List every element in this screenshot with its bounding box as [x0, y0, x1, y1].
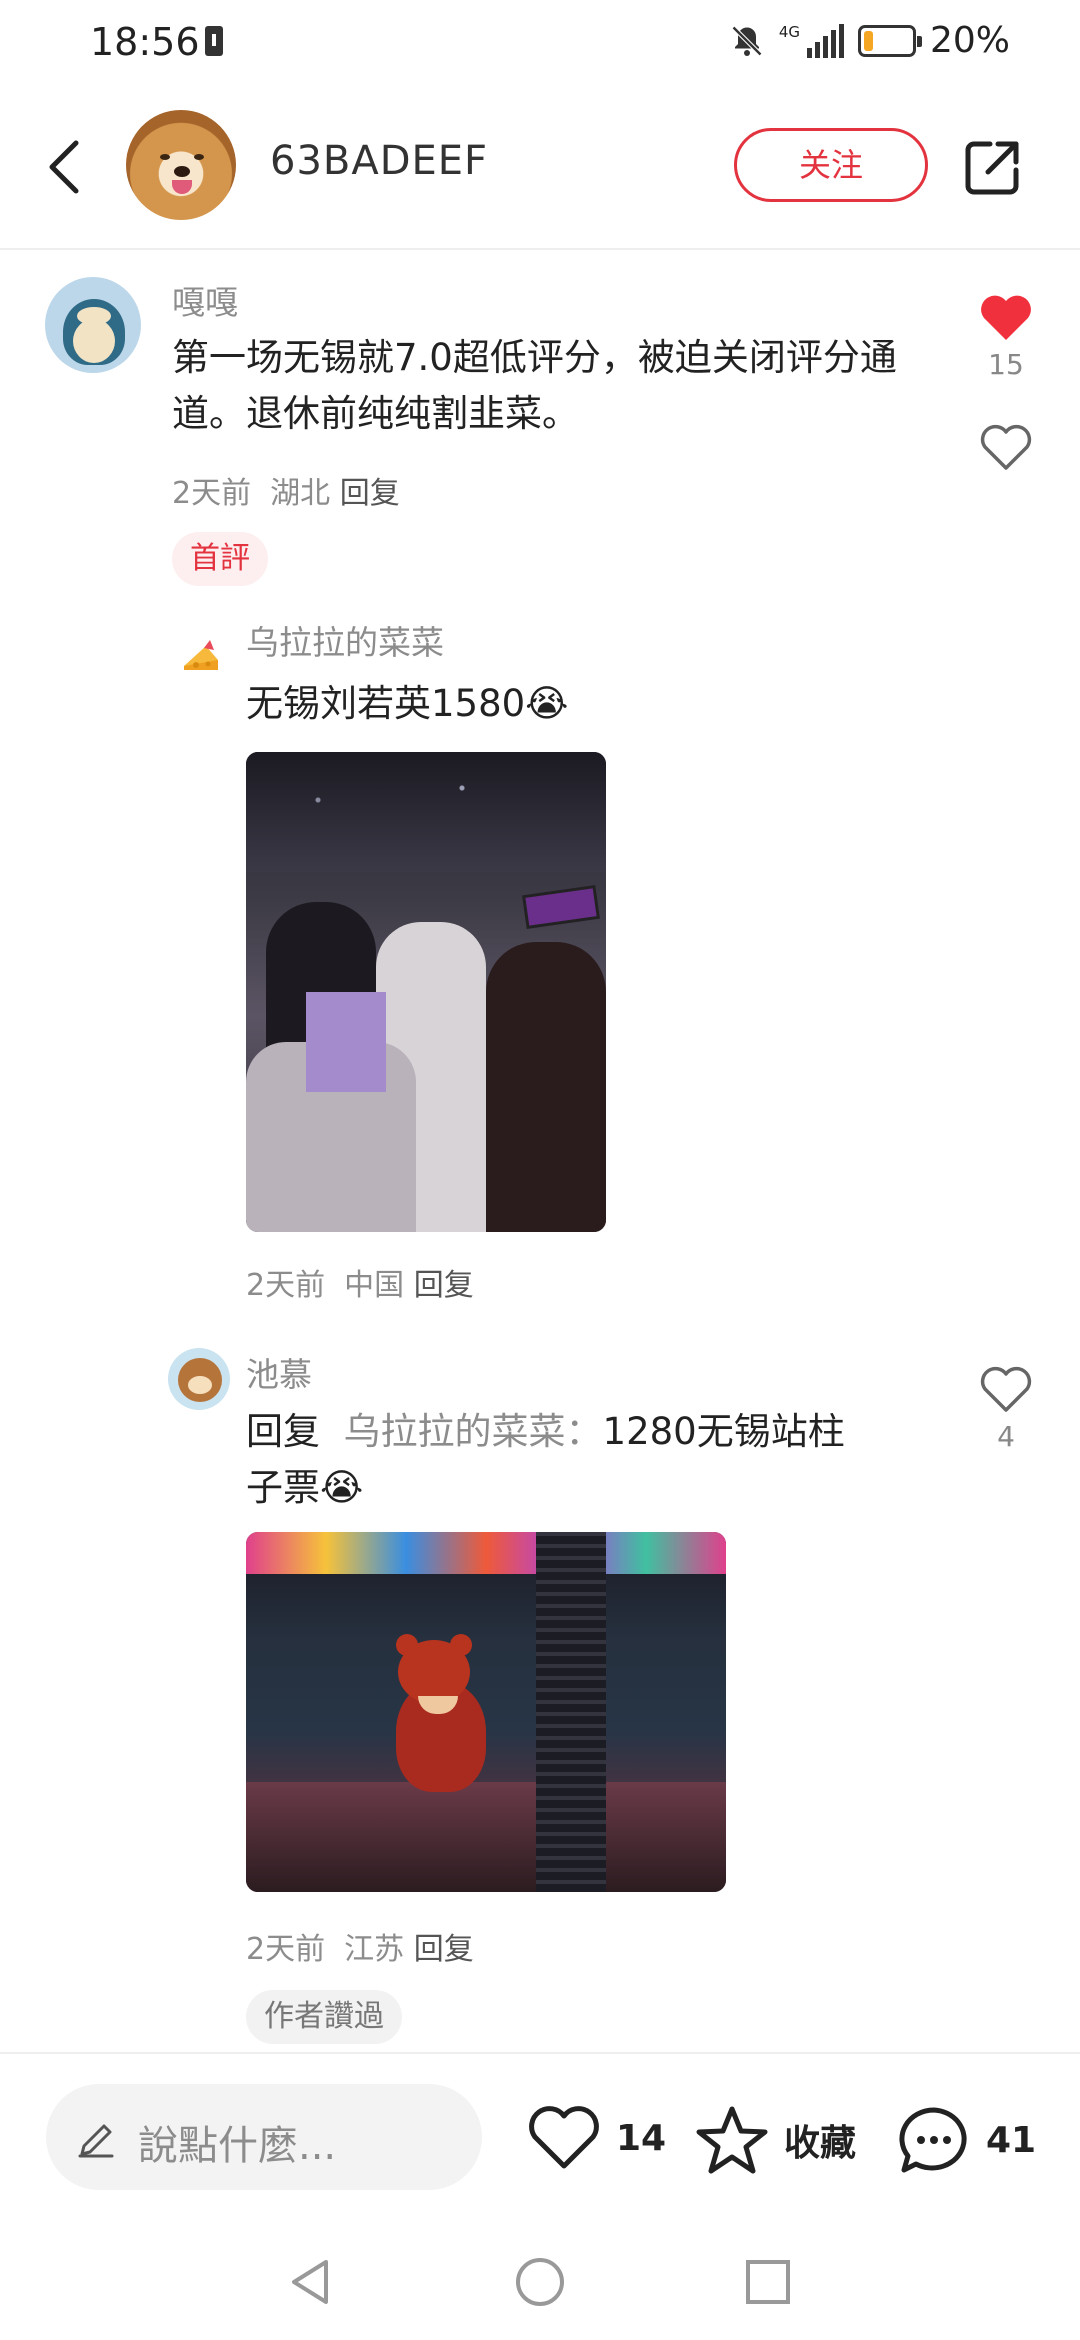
- reply-prefix: 回复: [246, 1410, 320, 1453]
- reply-time: 2天前: [246, 1932, 326, 1967]
- comment-like-button[interactable]: 15: [978, 292, 1034, 381]
- back-arrow-icon[interactable]: [40, 135, 90, 199]
- comment-meta: 2天前 湖北 回复: [172, 468, 400, 512]
- comment-location: 湖北: [270, 476, 331, 511]
- reply-text: 无锡刘若英1580😭: [246, 676, 568, 732]
- heart-outline-icon: [980, 1366, 1032, 1412]
- reply-photo-concert[interactable]: [246, 752, 606, 1232]
- network-type: 4G: [778, 22, 800, 41]
- status-bar: 18:56 4G 20%: [0, 0, 1080, 84]
- notifications-muted-icon: [731, 25, 762, 56]
- nav-recents-icon[interactable]: [738, 2252, 798, 2312]
- reply-text-content: 无锡刘若英1580: [246, 682, 526, 725]
- nav-home-icon[interactable]: [510, 2252, 570, 2312]
- reply-text-content-line2: 子票: [246, 1466, 320, 1509]
- reply-location: 中国: [344, 1268, 405, 1303]
- comment-text: 第一场无锡就7.0超低评分，被迫关闭评分通道。退休前纯纯割韭菜。: [172, 336, 897, 435]
- reply-button[interactable]: 回复: [340, 476, 400, 511]
- chipmunk-avatar[interactable]: [168, 1348, 230, 1410]
- comment-author[interactable]: 嘎嘎: [172, 276, 238, 324]
- cellular-signal-icon: 4G: [778, 22, 844, 58]
- commenter-avatar[interactable]: [45, 277, 141, 373]
- battery-icon: [857, 24, 922, 57]
- reply-location: 江苏: [344, 1932, 405, 1967]
- cheese-avatar[interactable]: [180, 636, 222, 678]
- reply-to-user[interactable]: 乌拉拉的菜菜：: [344, 1410, 603, 1453]
- reply-like-count: 4: [997, 1420, 1015, 1453]
- follow-button[interactable]: 关注: [734, 128, 928, 202]
- like-post-button[interactable]: 14: [526, 2104, 666, 2172]
- profile-header: 63BADEEF 关注: [0, 100, 1080, 250]
- crying-emoji-icon: 😭: [320, 1466, 364, 1509]
- nav-back-icon[interactable]: [280, 2252, 340, 2312]
- crying-emoji-icon: 😭: [525, 682, 569, 725]
- favorite-label: 收藏: [784, 2123, 857, 2164]
- share-icon[interactable]: [964, 138, 1022, 196]
- system-navigation-bar: [0, 2224, 1080, 2340]
- chat-bubble-icon: [899, 2107, 967, 2173]
- battery-fill: [863, 30, 873, 51]
- heart-outline-icon: [980, 424, 1032, 470]
- comment-time: 2天前: [172, 476, 252, 511]
- star-outline-icon: [696, 2106, 768, 2174]
- heart-filled-icon: [981, 295, 1031, 340]
- reply-time: 2天前: [246, 1268, 326, 1303]
- reply-author[interactable]: 乌拉拉的菜菜: [246, 616, 444, 664]
- heart-outline-icon: [529, 2106, 599, 2169]
- reply-text: 回复 乌拉拉的菜菜：1280无锡站柱 子票😭: [246, 1404, 926, 1516]
- post-comment-count: 41: [986, 2119, 1037, 2161]
- author-avatar[interactable]: [126, 110, 236, 220]
- sim-card-icon: [205, 26, 223, 56]
- reply-meta: 2天前 中国 回复: [246, 1260, 474, 1304]
- reply-meta: 2天前 江苏 回复: [246, 1924, 474, 1968]
- author-username[interactable]: 63BADEEF: [270, 138, 488, 184]
- reply-like-button[interactable]: 4: [978, 1364, 1034, 1453]
- status-icons: 4G 20%: [729, 20, 1010, 61]
- reply-button[interactable]: 回复: [414, 1932, 474, 1967]
- reply-like-button[interactable]: [978, 422, 1034, 472]
- bottom-action-bar: 說點什麼... 14 收藏 41: [0, 2052, 1080, 2192]
- comments-button[interactable]: 41: [896, 2104, 1036, 2176]
- first-comment-badge: 首評: [172, 532, 268, 586]
- favorite-button[interactable]: 收藏: [694, 2104, 856, 2176]
- comment-input-placeholder: 說點什麼...: [138, 2123, 337, 2169]
- reply-text-content: 1280无锡站柱: [602, 1410, 845, 1453]
- battery-percent: 20%: [929, 20, 1010, 61]
- reply-photo-teddy-bear[interactable]: [246, 1532, 726, 1892]
- author-liked-badge: 作者讚過: [246, 1990, 402, 2044]
- comment-list[interactable]: 嘎嘎 第一场无锡就7.0超低评分，被迫关闭评分通道。退休前纯纯割韭菜。 2天前 …: [0, 252, 1080, 2052]
- pencil-icon: [78, 2124, 114, 2158]
- post-like-count: 14: [616, 2117, 667, 2159]
- reply-author[interactable]: 池慕: [246, 1348, 312, 1396]
- comment-input[interactable]: 說點什麼...: [46, 2084, 482, 2190]
- comment-like-count: 15: [988, 348, 1024, 381]
- reply-button[interactable]: 回复: [414, 1268, 474, 1303]
- status-time: 18:56: [90, 20, 200, 64]
